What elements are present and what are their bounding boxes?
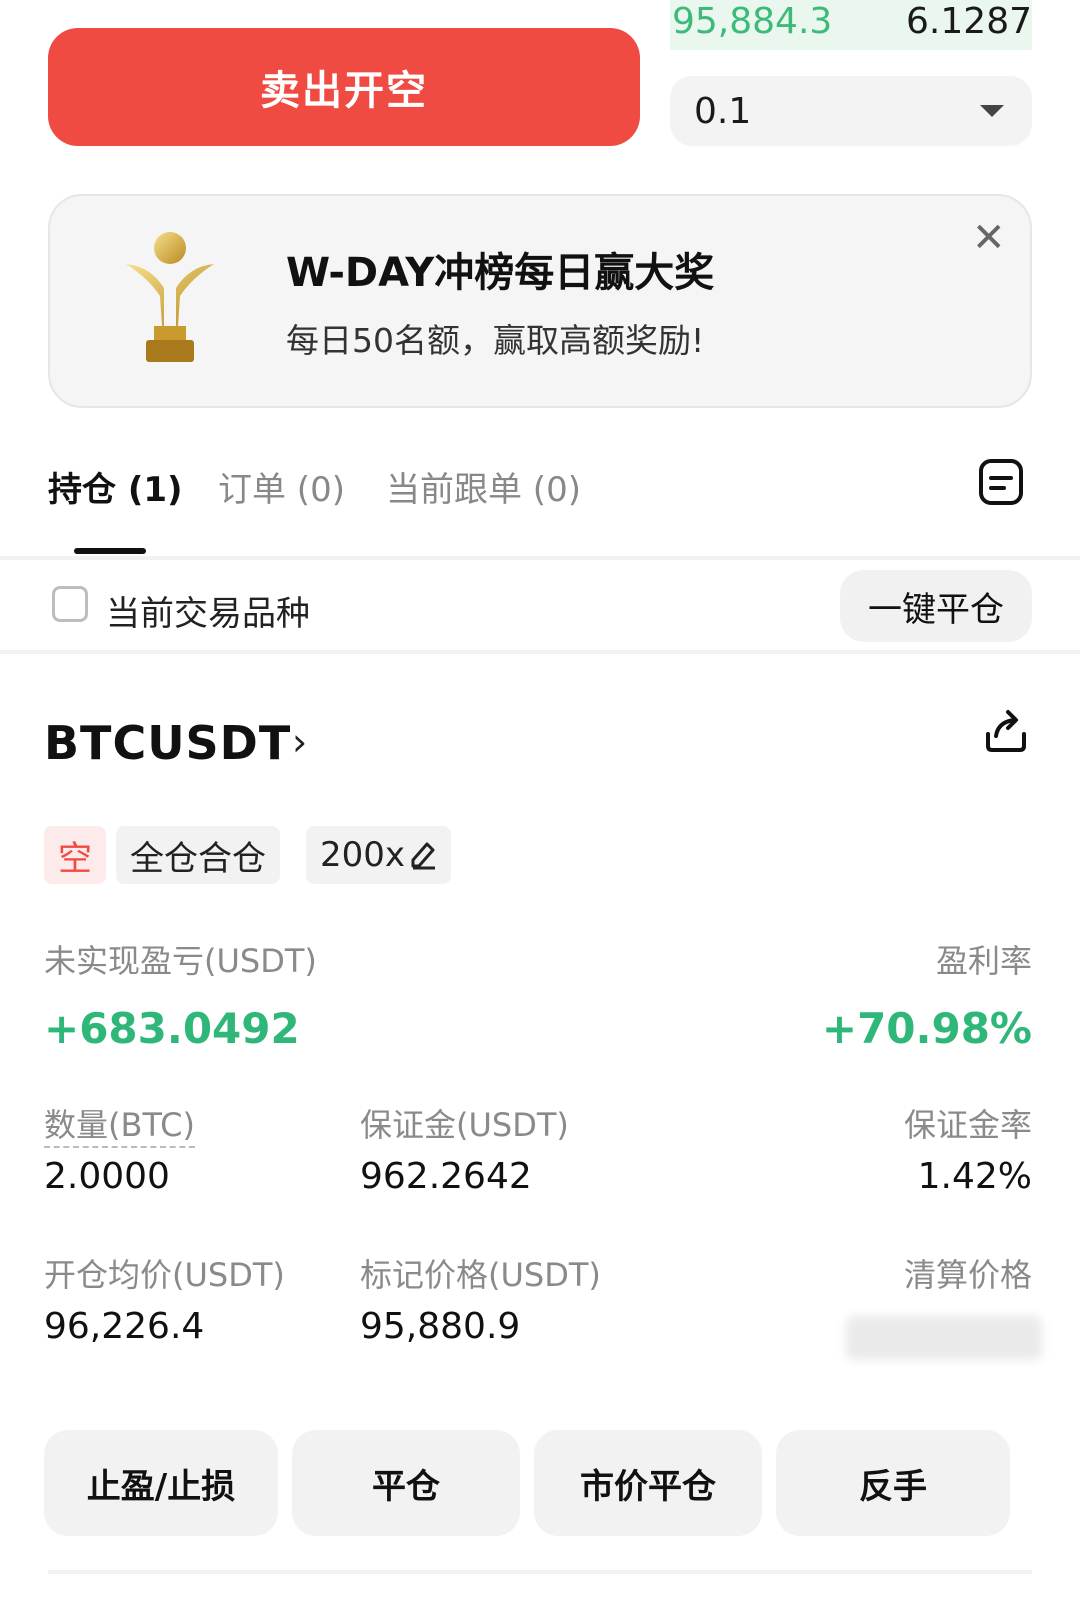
trophy-icon: [126, 232, 214, 362]
close-position-button[interactable]: 平仓: [292, 1430, 520, 1536]
position-symbol[interactable]: BTCUSDT: [44, 716, 291, 770]
order-book-price[interactable]: 95,884.3: [672, 0, 832, 44]
quantity-select-value: 0.1: [694, 90, 752, 132]
tab-positions[interactable]: 持仓 (1): [48, 462, 183, 511]
liquidation-price-label: 清算价格: [903, 1256, 1032, 1294]
unrealized-pnl-label: 未实现盈亏(USDT): [44, 942, 317, 980]
liquidation-price-redacted: [846, 1316, 1042, 1360]
edit-icon: [411, 842, 436, 870]
roe-label: 盈利率: [935, 942, 1032, 980]
current-symbol-checkbox[interactable]: [52, 586, 88, 622]
caret-down-icon: [980, 105, 1004, 117]
size-value: 2.0000: [44, 1156, 170, 1197]
tp-sl-button[interactable]: 止盈/止损: [44, 1430, 278, 1536]
divider: [48, 1570, 1032, 1574]
side-badge: 空: [44, 826, 106, 884]
mark-price-label: 标记价格(USDT): [360, 1256, 601, 1294]
quantity-select[interactable]: 0.1: [670, 76, 1032, 146]
chevron-right-icon[interactable]: ›: [292, 720, 307, 764]
order-book-qty[interactable]: 6.1287: [906, 0, 1032, 44]
close-all-button[interactable]: 一键平仓: [840, 570, 1032, 642]
divider: [0, 650, 1080, 654]
banner-title: W-DAY冲榜每日赢大奖: [286, 250, 715, 296]
mark-price-value: 95,880.9: [360, 1306, 521, 1347]
margin-value: 962.2642: [360, 1156, 532, 1197]
banner-subtitle: 每日50名额，赢取高额奖励!: [286, 321, 705, 360]
margin-label: 保证金(USDT): [360, 1106, 569, 1144]
sell-open-short-button[interactable]: 卖出开空: [48, 28, 640, 146]
entry-price-value: 96,226.4: [44, 1306, 205, 1347]
current-symbol-label: 当前交易品种: [106, 594, 310, 634]
reverse-position-button[interactable]: 反手: [776, 1430, 1010, 1536]
margin-ratio-value: 1.42%: [917, 1156, 1032, 1197]
tab-copy-trades[interactable]: 当前跟单 (0): [386, 462, 581, 511]
market-close-button[interactable]: 市价平仓: [534, 1430, 762, 1536]
divider: [0, 556, 1080, 560]
margin-mode-badge[interactable]: 全仓合仓: [116, 826, 280, 884]
roe-value: +70.98%: [821, 1004, 1032, 1053]
tab-orders[interactable]: 订单 (0): [218, 462, 345, 511]
active-tab-indicator: [74, 548, 146, 554]
document-icon[interactable]: [978, 458, 1024, 506]
close-icon[interactable]: ✕: [972, 218, 1006, 258]
unrealized-pnl-value: +683.0492: [44, 1004, 300, 1053]
entry-price-label: 开仓均价(USDT): [44, 1256, 285, 1294]
leverage-badge[interactable]: 200x: [306, 826, 452, 884]
size-label[interactable]: 数量(BTC): [44, 1100, 195, 1148]
leverage-value: 200x: [320, 835, 406, 875]
margin-ratio-label: 保证金率: [903, 1106, 1032, 1144]
share-icon[interactable]: [982, 706, 1030, 754]
